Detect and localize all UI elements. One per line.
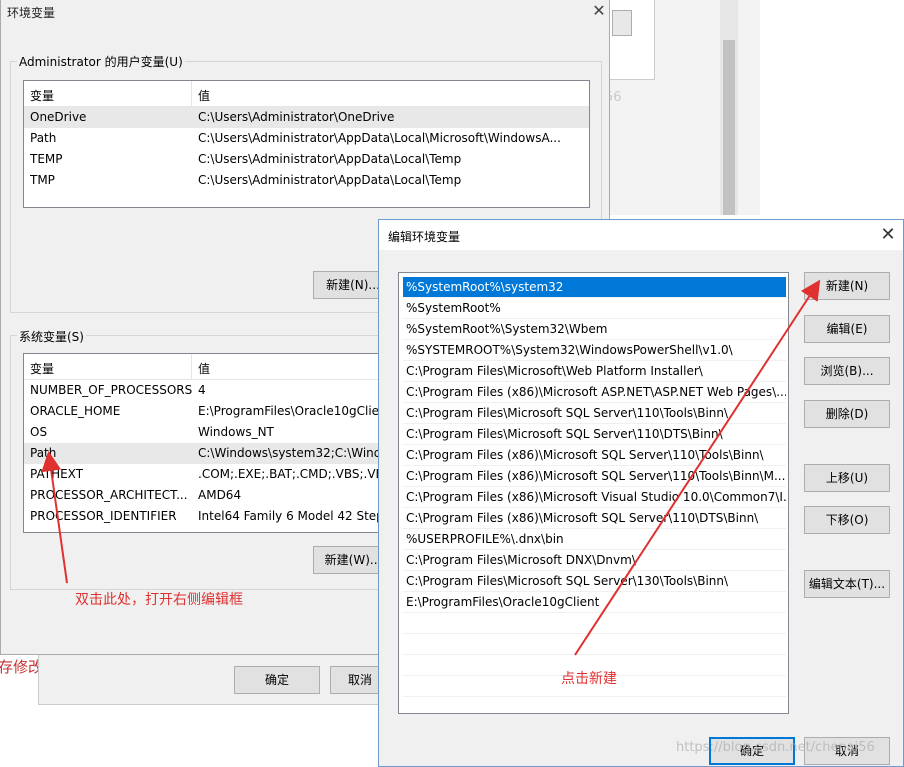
edit-button[interactable]: 编辑(E) (804, 315, 890, 343)
list-item[interactable]: C:\Program Files (x86)\Microsoft SQL Ser… (403, 508, 786, 529)
system-variables-list[interactable]: 变量 值 NUMBER_OF_PROCESSORS 4 ORACLE_HOME … (23, 353, 383, 533)
table-row[interactable]: PATHEXT .COM;.EXE;.BAT;.CMD;.VBS;.VBE (24, 464, 382, 485)
table-row[interactable]: TEMP C:\Users\Administrator\AppData\Loca… (24, 149, 589, 170)
variable-name: TMP (30, 173, 55, 187)
list-item[interactable]: C:\Program Files (x86)\Microsoft ASP.NET… (403, 382, 786, 403)
variable-value: 4 (198, 383, 206, 397)
column-header-value[interactable]: 值 (198, 360, 210, 377)
edit-dialog-title: 编辑环境变量 (388, 230, 461, 244)
table-row[interactable]: Path C:\Users\Administrator\AppData\Loca… (24, 128, 589, 149)
list-item[interactable]: C:\Program Files\Microsoft SQL Server\11… (403, 424, 786, 445)
list-item[interactable]: C:\Program Files\Microsoft SQL Server\13… (403, 571, 786, 592)
background-scrollbar-thumb[interactable] (723, 40, 735, 215)
list-item[interactable]: E:\ProgramFiles\Oracle10gClient (403, 592, 786, 613)
variable-name: Path (30, 446, 57, 460)
variable-name: Path (30, 131, 57, 145)
list-item[interactable]: C:\Program Files\Microsoft SQL Server\11… (403, 403, 786, 424)
variable-name: TEMP (30, 152, 63, 166)
table-row[interactable]: OneDrive C:\Users\Administrator\OneDrive (24, 107, 589, 128)
list-item[interactable]: C:\Program Files\Microsoft DNX\Dnvm\ (403, 550, 786, 571)
annotation-double-click-note: 双击此处，打开右侧编辑框 (75, 592, 243, 608)
list-item[interactable]: C:\Program Files (x86)\Microsoft SQL Ser… (403, 445, 786, 466)
close-icon[interactable]: ✕ (877, 224, 899, 246)
list-item-empty[interactable] (403, 613, 786, 634)
list-item[interactable]: %SystemRoot%\System32\Wbem (403, 319, 786, 340)
column-header-variable[interactable]: 变量 (30, 87, 54, 104)
variable-value: C:\Users\Administrator\AppData\Local\Mic… (198, 131, 561, 145)
variable-name: OS (30, 425, 48, 439)
table-row-path[interactable]: Path C:\Windows\system32;C:\Windo (24, 443, 382, 464)
delete-button[interactable]: 删除(D) (804, 400, 890, 428)
column-header-value[interactable]: 值 (198, 87, 210, 104)
list-item[interactable]: %USERPROFILE%\.dnx\bin (403, 529, 786, 550)
list-header: 变量 值 (24, 354, 382, 380)
variable-value: AMD64 (198, 488, 242, 502)
table-row[interactable]: OS Windows_NT (24, 422, 382, 443)
table-row[interactable]: TMP C:\Users\Administrator\AppData\Local… (24, 170, 589, 191)
variable-value: C:\Users\Administrator\OneDrive (198, 110, 395, 124)
close-icon[interactable]: ✕ (589, 2, 609, 20)
variable-value: Windows_NT (198, 425, 274, 439)
annotation-click-new-note: 点击新建 (561, 671, 617, 687)
table-row[interactable]: PROCESSOR_IDENTIFIER Intel64 Family 6 Mo… (24, 506, 382, 527)
variable-value: E:\ProgramFiles\Oracle10gClient (198, 404, 383, 418)
watermark: https://blog.csdn.net/chenai56 (676, 740, 875, 755)
list-item[interactable]: C:\Program Files\Microsoft\Web Platform … (403, 361, 786, 382)
variable-name: ORACLE_HOME (30, 404, 121, 418)
variable-name: PATHEXT (30, 467, 84, 481)
column-header-variable[interactable]: 变量 (30, 360, 54, 377)
variable-value: Intel64 Family 6 Model 42 Step (198, 509, 383, 523)
browse-button[interactable]: 浏览(B)... (804, 357, 890, 385)
list-item[interactable]: %SystemRoot% (403, 298, 786, 319)
variable-name: PROCESSOR_IDENTIFIER (30, 509, 177, 523)
env-dialog-title: 环境变量 (7, 6, 56, 20)
variable-value: .COM;.EXE;.BAT;.CMD;.VBS;.VBE (198, 467, 383, 481)
background-button[interactable] (612, 10, 632, 36)
background-save-changes-label: 存修改 (0, 658, 44, 676)
variable-name: OneDrive (30, 110, 87, 124)
user-variables-list[interactable]: 变量 值 OneDrive C:\Users\Administrator\One… (23, 80, 590, 208)
list-item[interactable]: %SYSTEMROOT%\System32\WindowsPowerShell\… (403, 340, 786, 361)
list-item-empty[interactable] (403, 634, 786, 655)
list-item[interactable]: C:\Program Files (x86)\Microsoft SQL Ser… (403, 466, 786, 487)
variable-name: PROCESSOR_ARCHITECT... (30, 488, 188, 502)
path-entries-list[interactable]: %SystemRoot%\system32 %SystemRoot% %Syst… (398, 272, 789, 714)
new-button[interactable]: 新建(N) (804, 272, 890, 300)
table-row[interactable]: ORACLE_HOME E:\ProgramFiles\Oracle10gCli… (24, 401, 382, 422)
edit-environment-variable-dialog: 编辑环境变量 ✕ %SystemRoot%\system32 %SystemRo… (378, 219, 904, 767)
move-up-button[interactable]: 上移(U) (804, 464, 890, 492)
list-header: 变量 值 (24, 81, 589, 107)
table-row[interactable]: PROCESSOR_ARCHITECT... AMD64 (24, 485, 382, 506)
list-item-selected[interactable]: %SystemRoot%\system32 (403, 277, 786, 298)
variable-value: C:\Windows\system32;C:\Windo (198, 446, 383, 460)
list-item[interactable]: C:\Program Files (x86)\Microsoft Visual … (403, 487, 786, 508)
system-variables-label: 系统变量(S) (17, 328, 86, 345)
user-variables-label: Administrator 的用户变量(U) (17, 53, 185, 70)
variable-name: NUMBER_OF_PROCESSORS (30, 383, 193, 397)
env-ok-button[interactable]: 确定 (234, 666, 320, 694)
variable-value: C:\Users\Administrator\AppData\Local\Tem… (198, 173, 462, 187)
variable-value: C:\Users\Administrator\AppData\Local\Tem… (198, 152, 462, 166)
table-row[interactable]: NUMBER_OF_PROCESSORS 4 (24, 380, 382, 401)
edit-text-button[interactable]: 编辑文本(T)... (804, 570, 890, 598)
move-down-button[interactable]: 下移(O) (804, 506, 890, 534)
